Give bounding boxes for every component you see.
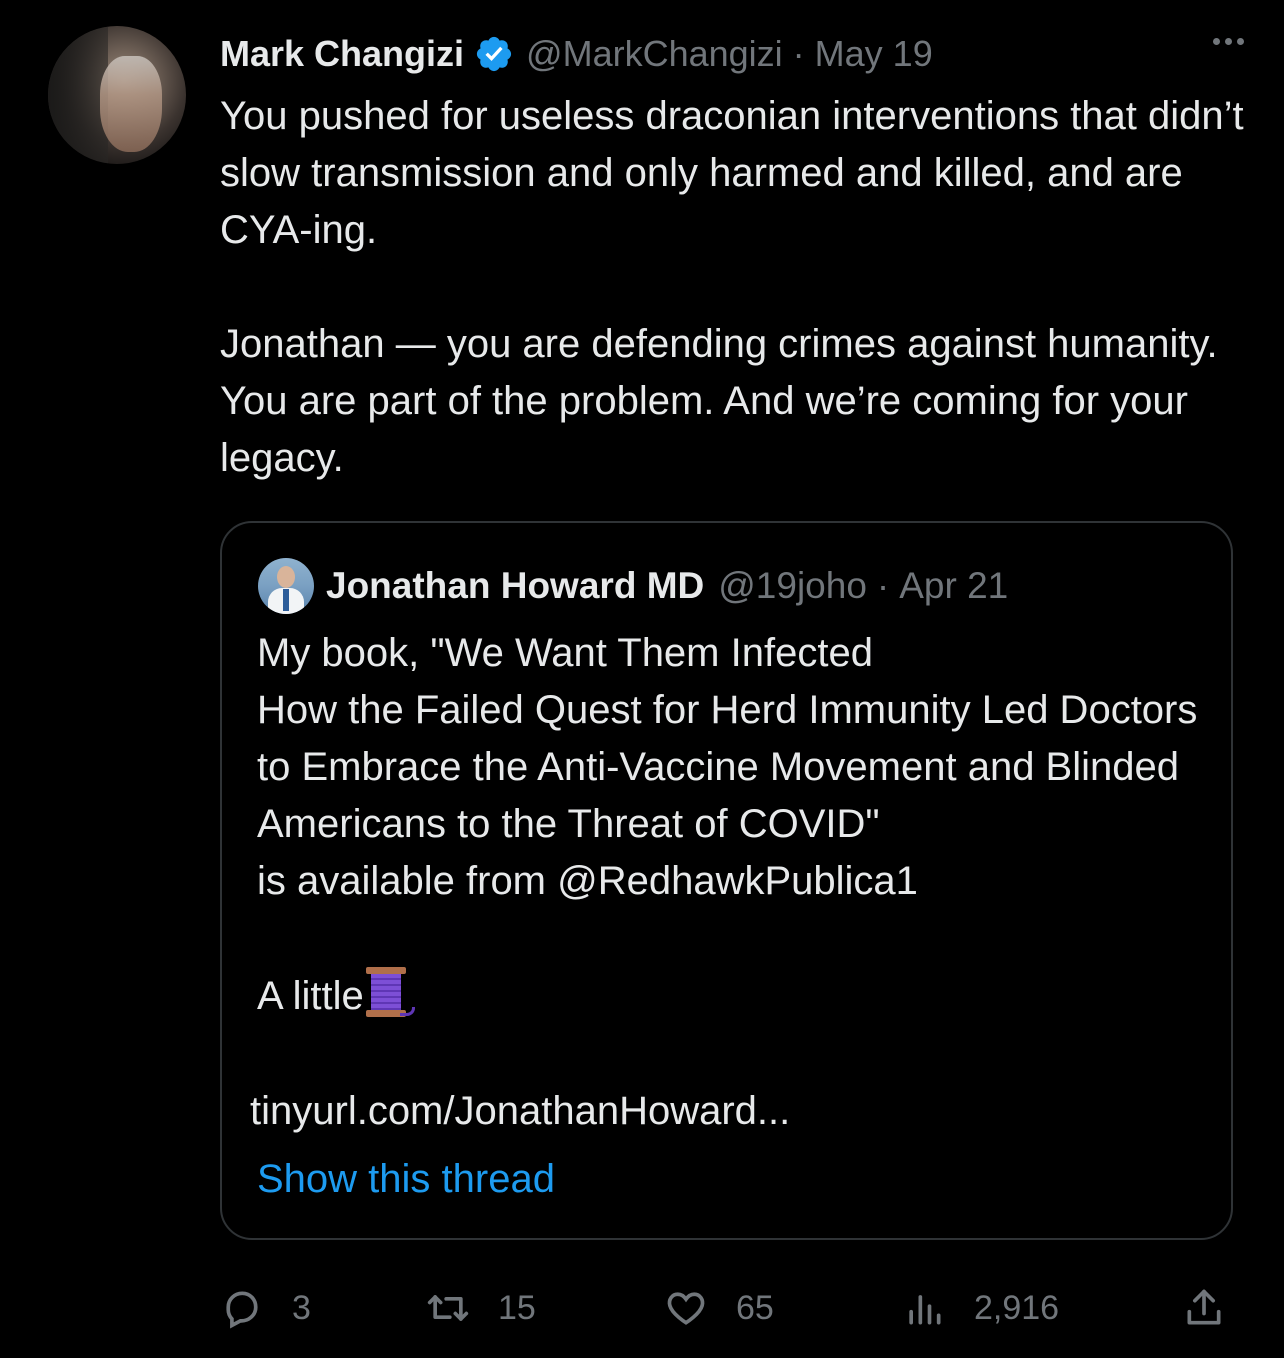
thread-spool-emoji: [365, 967, 415, 1017]
tweet-date[interactable]: May 19: [815, 33, 933, 75]
quoted-text-main: My book, "We Want Them Infected How the …: [257, 631, 1198, 903]
author-name[interactable]: Mark Changizi: [220, 33, 464, 75]
reply-button[interactable]: 3: [220, 1280, 311, 1336]
more-options-icon[interactable]: [1213, 38, 1244, 45]
avatar-tie: [283, 589, 289, 611]
quoted-text-a-little: A little: [257, 974, 364, 1018]
quoted-tweet-date[interactable]: Apr 21: [899, 565, 1008, 607]
retweet-button[interactable]: 15: [426, 1280, 536, 1336]
reply-count: 3: [292, 1288, 311, 1327]
views-count: 2,916: [974, 1288, 1060, 1327]
dot: [1225, 38, 1232, 45]
heart-icon: [667, 1292, 705, 1325]
avatar-face: [100, 56, 162, 152]
show-this-thread-link[interactable]: Show this thread: [257, 1151, 555, 1208]
tweet-text: You pushed for useless draconian interve…: [220, 94, 1244, 480]
views-button[interactable]: 2,916: [902, 1280, 1059, 1336]
quoted-author-handle[interactable]: @19joho: [718, 565, 867, 607]
retweet-count: 15: [498, 1288, 536, 1327]
quoted-author-name[interactable]: Jonathan Howard MD: [326, 565, 704, 607]
quoted-tweet-text: My book, "We Want Them Infected How the …: [257, 625, 1217, 1025]
author-avatar[interactable]: [48, 26, 186, 164]
like-count: 65: [736, 1288, 774, 1327]
views-chart-icon: [909, 1295, 941, 1325]
avatar-shadow: [48, 26, 108, 164]
quoted-tweet-card[interactable]: Jonathan Howard MD @19joho · Apr 21 My b…: [220, 521, 1233, 1240]
like-button[interactable]: 65: [664, 1280, 774, 1336]
verified-badge-icon: [476, 36, 512, 72]
share-button[interactable]: [1182, 1280, 1226, 1336]
tweet-actions: 3 15 65 2,916: [220, 1280, 1234, 1336]
retweet-icon: [427, 1295, 469, 1321]
quoted-tweet-link[interactable]: tinyurl.com/JonathanHoward...: [250, 1083, 790, 1140]
author-handle[interactable]: @MarkChangizi: [526, 33, 783, 75]
quoted-header-separator: ·: [876, 565, 890, 606]
dot: [1213, 38, 1220, 45]
quoted-author-avatar[interactable]: [258, 558, 314, 614]
reply-icon: [226, 1291, 258, 1329]
header-separator: ·: [792, 33, 805, 74]
quoted-tweet-header: Jonathan Howard MD @19joho · Apr 21: [326, 561, 1008, 611]
avatar-head: [277, 566, 295, 588]
dot: [1237, 38, 1244, 45]
share-icon: [1187, 1289, 1221, 1325]
tweet-header: Mark Changizi @MarkChangizi · May 19: [220, 28, 1236, 80]
